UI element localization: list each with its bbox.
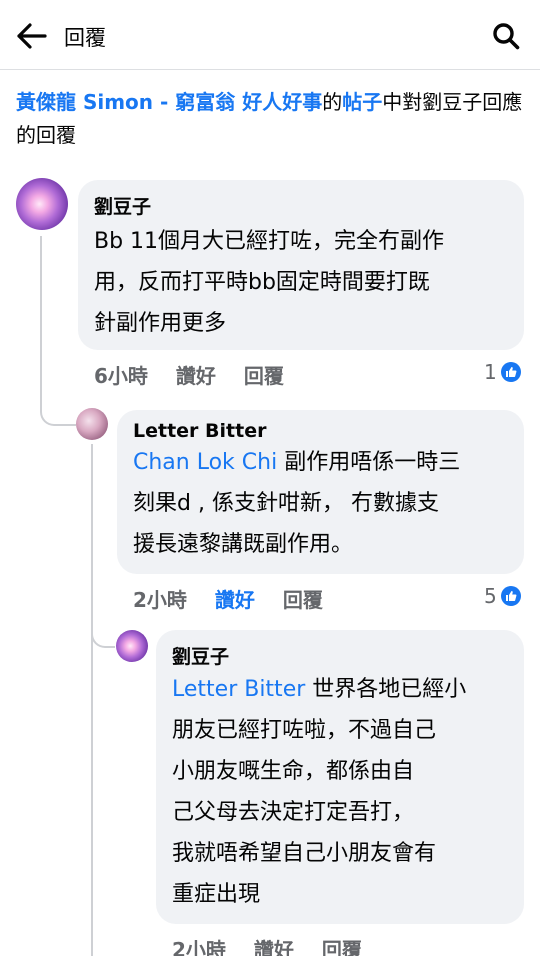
- post-author-link[interactable]: 黃傑龍 Simon - 窮富翁 好人好事: [16, 90, 322, 114]
- comment-line: Letter Bitter 世界各地已經小: [172, 669, 508, 710]
- comment-line: 用，反而打平時bb固定時間要打既: [94, 270, 430, 295]
- comment-time: 6小時: [94, 364, 148, 388]
- avatar[interactable]: [116, 630, 148, 662]
- mention-link[interactable]: Chan Lok Chi: [133, 450, 277, 475]
- comment-bubble: 劉豆子 Bb 11個月大已經打咗，完全冇副作 用，反而打平時bb固定時間要打既 …: [78, 180, 524, 350]
- page-title: 回覆: [64, 26, 106, 50]
- comment-text: Chan Lok Chi 副作用唔係一時三 刻果d , 係支針咁新， 冇數據支 …: [133, 442, 508, 565]
- reaction-number: 5: [484, 584, 497, 608]
- reply-context: 黃傑龍 Simon - 窮富翁 好人好事的帖子中對劉豆子回應的回覆: [16, 86, 524, 152]
- reply-button[interactable]: 回覆: [322, 934, 362, 956]
- context-text: 的: [322, 90, 343, 114]
- avatar[interactable]: [76, 408, 108, 440]
- arrow-left-icon: [17, 23, 47, 49]
- comment-time: 2小時: [133, 588, 187, 612]
- comment-author[interactable]: Letter Bitter: [133, 420, 508, 442]
- comment-author[interactable]: 劉豆子: [94, 192, 508, 219]
- comment-line-rest: 世界各地已經小: [305, 677, 467, 702]
- comment-line: 援長遠黎講既副作用。: [133, 532, 354, 557]
- thread-line-1: [40, 236, 42, 406]
- comment-text: Letter Bitter 世界各地已經小 朋友已經打咗啦，不過自己 小朋友嘅生…: [172, 669, 508, 915]
- comment-line: Bb 11個月大已經打咗，完全冇副作: [94, 229, 445, 254]
- comment-bubble: 劉豆子 Letter Bitter 世界各地已經小 朋友已經打咗啦，不過自己 小…: [156, 630, 524, 924]
- top-bar: 回覆: [0, 0, 540, 70]
- comment-line: 我就唔希望自己小朋友會有: [172, 841, 437, 866]
- comment-line: 刻果d , 係支針咁新， 冇數據支: [133, 491, 439, 516]
- avatar[interactable]: [16, 178, 68, 230]
- reaction-number: 1: [484, 360, 497, 384]
- like-button[interactable]: 讚好: [215, 584, 255, 613]
- thread-line-2: [91, 444, 93, 956]
- comment-line: 己父母去決定￼打定吾打，: [172, 800, 415, 825]
- reply-button[interactable]: 回覆: [283, 584, 323, 613]
- comment-line: 針副作用更多: [94, 311, 227, 336]
- thread-connector-2: [91, 620, 115, 648]
- search-icon: [493, 23, 520, 50]
- like-button[interactable]: 讚好: [176, 360, 216, 389]
- reply-button[interactable]: 回覆: [244, 360, 284, 389]
- comment-actions: 2小時 讚好 回覆: [133, 584, 323, 613]
- search-button[interactable]: [488, 18, 524, 54]
- comment-actions: 6小時 讚好 回覆: [94, 360, 284, 389]
- comment-actions: 2小時 讚好 回覆: [172, 934, 362, 956]
- reaction-count[interactable]: 5: [484, 584, 521, 608]
- reaction-count[interactable]: 1: [484, 360, 521, 384]
- like-reaction-icon: [500, 362, 521, 382]
- like-reaction-icon: [500, 586, 521, 606]
- comment-line: Chan Lok Chi 副作用唔係一時三: [133, 442, 508, 483]
- comment-author[interactable]: 劉豆子: [172, 642, 508, 669]
- comment-line: 小朋友嘅生命￼，都係由自: [172, 759, 415, 784]
- back-button[interactable]: [14, 18, 50, 54]
- comment-line: 朋友已經打咗啦，不過自己: [172, 718, 437, 743]
- like-button[interactable]: 讚好: [254, 934, 294, 956]
- post-link[interactable]: 帖子: [342, 90, 382, 114]
- comment-bubble: Letter Bitter Chan Lok Chi 副作用唔係一時三 刻果d …: [117, 410, 524, 574]
- comment-line-rest: 副作用唔係一時三: [277, 450, 461, 475]
- comment-time: 2小時: [172, 938, 226, 956]
- thread-connector-1: [40, 396, 76, 426]
- mention-link[interactable]: Letter Bitter: [172, 677, 305, 702]
- comment-line: 重症￼出現: [172, 882, 261, 907]
- comment-text: Bb 11個月大已經打咗，完全冇副作 用，反而打平時bb固定時間要打既 針副作用…: [94, 221, 508, 344]
